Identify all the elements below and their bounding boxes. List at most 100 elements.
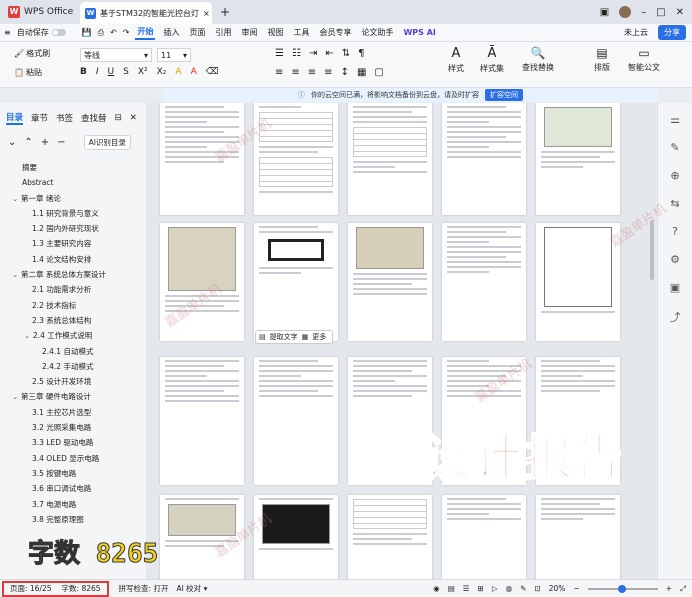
toc-item[interactable]: 3.5 按键电路	[0, 466, 146, 481]
collapse-icon[interactable]: ⌄	[8, 137, 16, 148]
menu-tools[interactable]: 工具	[291, 26, 311, 39]
page-thumbnail[interactable]	[536, 103, 620, 215]
pin-icon[interactable]: ⊟	[115, 113, 122, 123]
smart-doc-button[interactable]: ▭ 智能公文	[628, 46, 660, 73]
page-thumbnail[interactable]	[536, 495, 620, 579]
page-thumbnail[interactable]	[160, 495, 244, 579]
menu-wps-ai[interactable]: WPS AI	[401, 27, 437, 38]
insert-icon[interactable]: ⊕	[670, 169, 679, 182]
zoom-slider[interactable]	[587, 584, 658, 593]
translate-icon[interactable]: ⇆	[670, 197, 679, 210]
shading-icon[interactable]: ▦	[357, 67, 366, 78]
toc-item[interactable]: ⌄ 第三章 硬件电路设计	[0, 389, 146, 404]
avatar[interactable]	[619, 6, 632, 18]
style-set-button[interactable]: Ā 样式集	[480, 46, 504, 74]
page-thumbnail[interactable]	[254, 495, 338, 579]
web-view-icon[interactable]: ⊞	[478, 584, 484, 593]
layout-icon[interactable]: ▣	[600, 7, 609, 18]
chevron-down-icon[interactable]: ⌄	[12, 267, 21, 282]
superscript-icon[interactable]: X²	[138, 67, 148, 77]
align-left-icon[interactable]: ≡	[275, 67, 283, 78]
toc-item[interactable]: 1.4 论文结构安排	[0, 252, 146, 267]
word-count[interactable]: 字数: 8265	[62, 583, 101, 594]
remove-icon[interactable]: −	[57, 137, 65, 148]
page-thumbnail[interactable]	[160, 223, 244, 341]
close-icon[interactable]: ✕	[676, 7, 684, 18]
toc-item[interactable]: ⌄ 第一章 绪论	[0, 191, 146, 206]
align-center-icon[interactable]: ≡	[291, 67, 299, 78]
page-thumbnail[interactable]	[254, 103, 338, 215]
zoom-out-icon[interactable]: −	[573, 584, 579, 593]
outline-view-icon[interactable]: ☰	[463, 584, 470, 593]
pen-icon[interactable]: ✎	[520, 584, 526, 593]
clear-format-icon[interactable]: ⌫	[206, 67, 219, 77]
chevron-down-icon[interactable]: ⌄	[12, 191, 21, 206]
tab-chapter[interactable]: 章节	[31, 112, 48, 124]
menu-view[interactable]: 视图	[265, 26, 285, 39]
format-painter-button[interactable]: 🖌 格式刷	[14, 48, 50, 59]
underline-icon[interactable]: U	[108, 67, 115, 77]
paste-button[interactable]: 📋 粘贴	[14, 67, 42, 78]
page-thumbnail[interactable]	[254, 223, 338, 341]
page-thumbnail[interactable]	[254, 357, 338, 485]
toc-item[interactable]: 1.2 国内外研究现状	[0, 221, 146, 236]
ai-toc-button[interactable]: AI识别目录	[83, 135, 131, 150]
tab-bookmark[interactable]: 书签	[56, 112, 73, 124]
toc-item[interactable]: 2.1 功能需求分析	[0, 282, 146, 297]
menu-home[interactable]: 开始	[135, 25, 156, 40]
minimize-icon[interactable]: –	[641, 7, 646, 18]
chevron-down-icon[interactable]: ⌄	[24, 328, 33, 343]
extract-text-button[interactable]: 提取文字	[270, 332, 298, 342]
indent-icon[interactable]: ⇥	[309, 48, 317, 59]
menu-insert[interactable]: 插入	[161, 26, 181, 39]
add-icon[interactable]: +	[41, 137, 49, 148]
page-indicator[interactable]: 页面: 16/25	[10, 583, 52, 594]
page-thumbnail[interactable]	[442, 223, 526, 341]
toc-item[interactable]: 摘要	[0, 160, 146, 175]
save-icon[interactable]: 💾	[82, 28, 92, 37]
document-tab[interactable]: W 基于STM32的智能光控台灯 ×	[80, 2, 212, 24]
print-icon[interactable]: ⎙	[98, 28, 104, 38]
toc-item[interactable]: 2.4.1 自动模式	[0, 344, 146, 359]
page-view-icon[interactable]: ▤	[448, 584, 455, 593]
spellcheck-status[interactable]: 拼写检查: 打开	[119, 583, 169, 594]
toggle-switch-icon[interactable]	[51, 29, 66, 36]
autosave-toggle[interactable]: 自动保存	[17, 27, 66, 38]
toc-item[interactable]: Abstract	[0, 175, 146, 190]
share-icon[interactable]: ⤴	[670, 309, 681, 325]
align-right-icon[interactable]: ≡	[308, 67, 316, 78]
eye-icon[interactable]: ◉	[433, 584, 440, 593]
layout-button[interactable]: ▤ 排版	[594, 46, 610, 73]
highlight-icon[interactable]: A	[175, 67, 181, 77]
tab-close-icon[interactable]: ×	[203, 9, 210, 18]
toc-item[interactable]: 3.1 主控芯片选型	[0, 405, 146, 420]
page-thumbnail[interactable]	[348, 357, 432, 485]
share-button[interactable]: 分享	[658, 25, 686, 40]
find-replace-button[interactable]: 🔍 查找替换	[522, 46, 554, 73]
style-button[interactable]: A 样式	[448, 46, 464, 74]
tab-toc[interactable]: 目录	[6, 111, 24, 125]
menu-member[interactable]: 会员专享	[317, 26, 353, 39]
subscript-icon[interactable]: X₂	[157, 67, 167, 77]
page-thumbnail[interactable]	[160, 357, 244, 485]
toc-item[interactable]: 3.6 串口调试电路	[0, 481, 146, 496]
zoom-in-icon[interactable]: +	[666, 584, 672, 593]
toc-item[interactable]: 3.4 OLED 显示电路	[0, 451, 146, 466]
toc-item[interactable]: 1.1 研究背景与意义	[0, 206, 146, 221]
font-name-dropdown[interactable]: 等线 ▾	[80, 48, 152, 62]
toc-item[interactable]: 3.7 电源电路	[0, 497, 146, 512]
edit-icon[interactable]: ✎	[670, 141, 679, 154]
page-thumbnail[interactable]	[348, 103, 432, 215]
page-thumbnail[interactable]	[348, 223, 432, 341]
vertical-scrollbar[interactable]	[650, 220, 654, 280]
italic-icon[interactable]: I	[96, 67, 99, 77]
toc-item[interactable]: 2.4.2 手动模式	[0, 359, 146, 374]
image-icon[interactable]: ▣	[670, 281, 680, 294]
ai-check-button[interactable]: AI 校对 ▾	[176, 583, 207, 594]
menu-paper-assistant[interactable]: 论文助手	[359, 26, 395, 39]
menu-review[interactable]: 审阅	[239, 26, 259, 39]
show-marks-icon[interactable]: ¶	[358, 48, 364, 59]
toc-item[interactable]: 3.2 光照采集电路	[0, 420, 146, 435]
font-color-icon[interactable]: A	[191, 67, 197, 77]
font-size-dropdown[interactable]: 11 ▾	[157, 48, 191, 62]
